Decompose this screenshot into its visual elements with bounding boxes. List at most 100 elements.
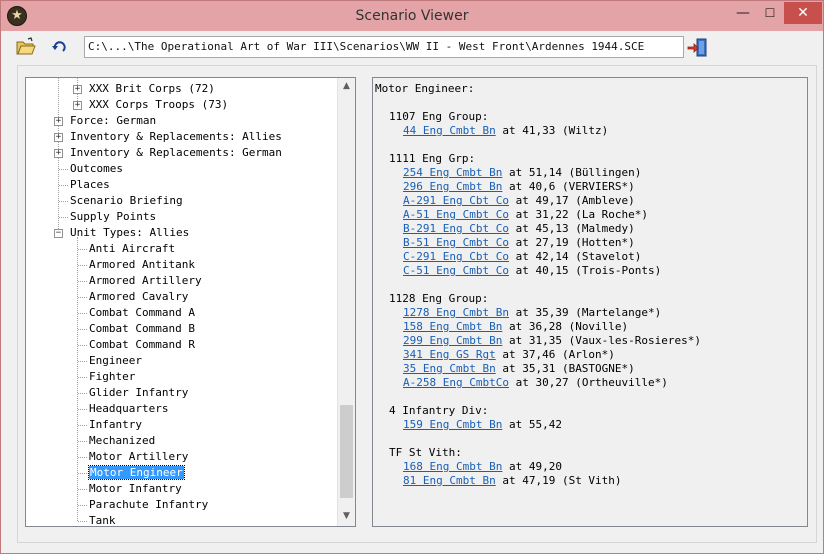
tree-item[interactable]: Mechanized: [89, 433, 155, 449]
exit-button[interactable]: [687, 37, 711, 59]
unit-link[interactable]: 44 Eng Cmbt Bn: [403, 124, 496, 137]
tree-item[interactable]: Armored Antitank: [89, 257, 195, 273]
refresh-button[interactable]: [49, 37, 73, 59]
unit-link[interactable]: C-291 Eng Cbt Co: [403, 250, 509, 263]
tree-item-label: Places: [70, 178, 110, 191]
tree-item[interactable]: Infantry: [89, 417, 142, 433]
tree-connector-line: [78, 441, 87, 442]
unit-link[interactable]: 299 Eng Cmbt Bn: [403, 334, 502, 347]
unit-link[interactable]: A-291 Eng Cbt Co: [403, 194, 509, 207]
tree-item[interactable]: Inventory & Replacements: German: [70, 145, 282, 161]
unit-link[interactable]: 81 Eng Cmbt Bn: [403, 474, 496, 487]
unit-location: at 36,28 (Noville): [502, 320, 629, 333]
unit-link[interactable]: 341 Eng GS Rgt: [403, 348, 496, 361]
unit-link[interactable]: 159 Eng Cmbt Bn: [403, 418, 502, 431]
tree-connector-line: [78, 425, 87, 426]
unit-location: at 31,35 (Vaux-les-Rosieres*): [502, 334, 702, 347]
tree-connector-line: [78, 393, 87, 394]
tree-connector-line: [59, 201, 68, 202]
unit-row: 296 Eng Cmbt Bn at 40,6 (VERVIERS*): [403, 180, 635, 194]
tree-connector-line: [78, 473, 87, 474]
tree-item[interactable]: Glider Infantry: [89, 385, 188, 401]
unit-link[interactable]: 296 Eng Cmbt Bn: [403, 180, 502, 193]
refresh-icon: [52, 41, 66, 52]
tree-item[interactable]: Combat Command R: [89, 337, 195, 353]
close-button[interactable]: ✕: [784, 2, 822, 24]
exit-door-icon: [687, 38, 707, 57]
tree-item-label: Parachute Infantry: [89, 498, 209, 511]
unit-row: C-291 Eng Cbt Co at 42,14 (Stavelot): [403, 250, 641, 264]
unit-link[interactable]: 158 Eng Cmbt Bn: [403, 320, 502, 333]
expand-icon[interactable]: +: [73, 85, 82, 94]
tree-item[interactable]: Armored Cavalry: [89, 289, 188, 305]
maximize-button[interactable]: ☐: [756, 2, 784, 24]
tree-item[interactable]: XXX Brit Corps (72): [89, 81, 215, 97]
collapse-icon[interactable]: −: [54, 229, 63, 238]
tree-item[interactable]: Supply Points: [70, 209, 156, 225]
tree-connector-line: [78, 297, 87, 298]
scenario-tree[interactable]: + XXX Brit Corps (72) + XXX Corps Troops (7…: [25, 77, 356, 527]
tree-item[interactable]: Outcomes: [70, 161, 123, 177]
unit-link[interactable]: B-51 Eng Cmbt Co: [403, 236, 509, 249]
unit-link[interactable]: 254 Eng Cmbt Bn: [403, 166, 502, 179]
tree-connector-line: [78, 281, 87, 282]
expand-icon[interactable]: +: [54, 149, 63, 158]
tree-scrollbar[interactable]: ▲ ▼: [337, 78, 355, 526]
tree-item[interactable]: Fighter: [89, 369, 135, 385]
tree-item[interactable]: Armored Artillery: [89, 273, 202, 289]
detail-pane: Motor Engineer: 1107 Eng Group: 44 Eng Cmb…: [372, 77, 808, 527]
tree-item[interactable]: Combat Command A: [89, 305, 195, 321]
expand-icon[interactable]: +: [54, 117, 63, 126]
unit-link[interactable]: A-51 Eng Cmbt Co: [403, 208, 509, 221]
tree-connector-line: [78, 457, 87, 458]
tree-item[interactable]: Places: [70, 177, 110, 193]
tree-item-label: Inventory & Replacements: Allies: [70, 130, 282, 143]
title-bar[interactable]: ★ Scenario Viewer — ☐ ✕: [1, 1, 823, 31]
tree-item[interactable]: Force: German: [70, 113, 156, 129]
group-name: TF St Vith:: [389, 446, 462, 459]
unit-link[interactable]: B-291 Eng Cbt Co: [403, 222, 509, 235]
detail-heading: Motor Engineer:: [375, 82, 475, 95]
tree-item[interactable]: Motor Engineer: [88, 465, 185, 481]
tree-item-label: Motor Artillery: [89, 450, 189, 463]
tree-item-label: Glider Infantry: [89, 386, 189, 399]
tree-item[interactable]: Scenario Briefing: [70, 193, 183, 209]
scroll-up-arrow[interactable]: ▲: [338, 78, 355, 95]
tree-item-label: Mechanized: [89, 434, 156, 447]
tree-item[interactable]: Unit Types: Allies: [70, 225, 189, 241]
unit-location: at 49,20: [502, 460, 562, 473]
tree-item[interactable]: Parachute Infantry: [89, 497, 208, 513]
open-button[interactable]: [15, 37, 39, 59]
unit-link[interactable]: C-51 Eng Cmbt Co: [403, 264, 509, 277]
minimize-button[interactable]: —: [730, 2, 756, 24]
tree-item[interactable]: Tank: [89, 513, 116, 526]
tree-item[interactable]: Inventory & Replacements: Allies: [70, 129, 282, 145]
tree-item[interactable]: Motor Infantry: [89, 481, 182, 497]
expand-icon[interactable]: +: [73, 101, 82, 110]
expand-icon[interactable]: +: [54, 133, 63, 142]
unit-link[interactable]: A-258 Eng CmbtCo: [403, 376, 509, 389]
unit-row: 341 Eng GS Rgt at 37,46 (Arlon*): [403, 348, 615, 362]
group-name: 1107 Eng Group:: [389, 110, 489, 123]
tree-item[interactable]: Anti Aircraft: [89, 241, 175, 257]
tree-item[interactable]: Headquarters: [89, 401, 168, 417]
tree-connector-line: [78, 329, 87, 330]
tree-item[interactable]: XXX Corps Troops (73): [89, 97, 228, 113]
unit-link[interactable]: 35 Eng Cmbt Bn: [403, 362, 496, 375]
unit-link[interactable]: 168 Eng Cmbt Bn: [403, 460, 502, 473]
tree-item[interactable]: Combat Command B: [89, 321, 195, 337]
tree-item-label: Headquarters: [89, 402, 169, 415]
group-name: 1111 Eng Grp:: [389, 152, 476, 165]
scroll-down-arrow[interactable]: ▼: [338, 508, 355, 525]
tree-item-label: Engineer: [89, 354, 142, 367]
tree-item-label: Scenario Briefing: [70, 194, 183, 207]
scroll-thumb[interactable]: [340, 405, 353, 498]
tree-item-label: XXX Brit Corps (72): [89, 82, 215, 95]
unit-link[interactable]: 1278 Eng Cmbt Bn: [403, 306, 509, 319]
unit-row: 168 Eng Cmbt Bn at 49,20: [403, 460, 562, 474]
scenario-path-field[interactable]: C:\...\The Operational Art of War III\Sc…: [84, 36, 684, 58]
unit-row: 44 Eng Cmbt Bn at 41,33 (Wiltz): [403, 124, 608, 138]
tree-item[interactable]: Motor Artillery: [89, 449, 188, 465]
tree-connector-line: [78, 265, 87, 266]
tree-item[interactable]: Engineer: [89, 353, 142, 369]
